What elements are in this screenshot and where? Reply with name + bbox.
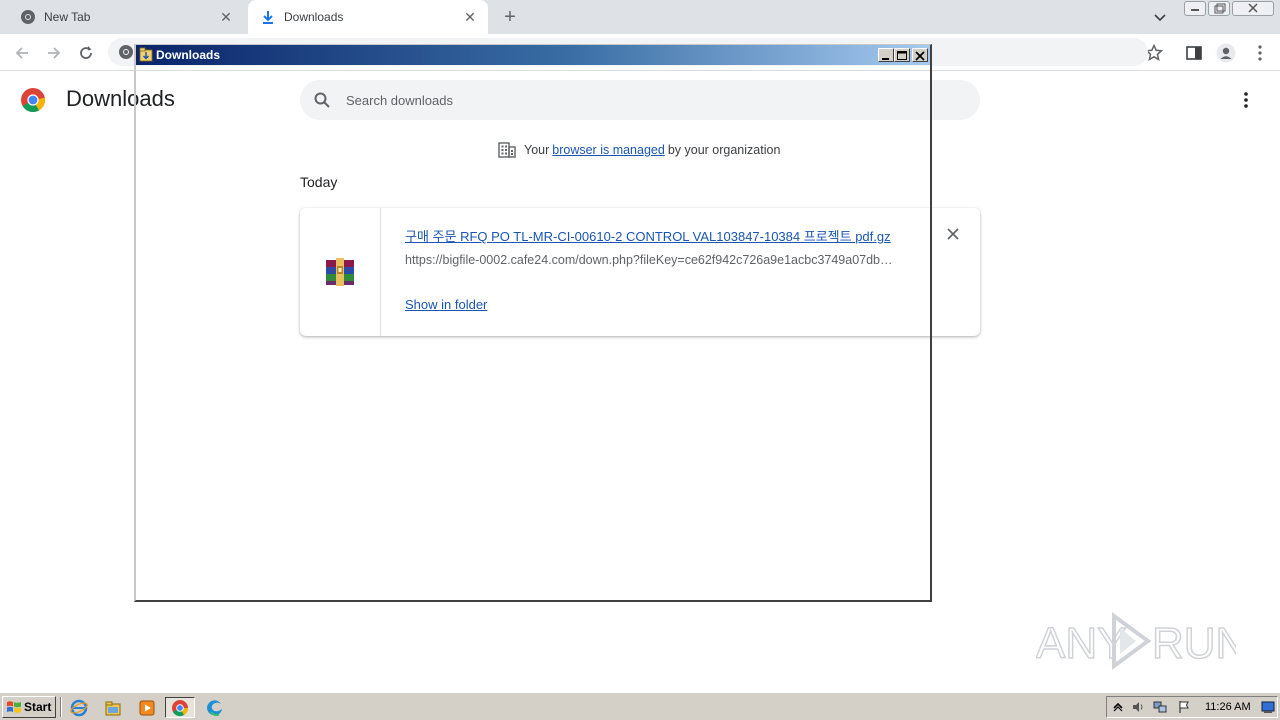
anyrun-watermark-logo: ANY RUN <box>1036 612 1236 670</box>
svg-text:RUN: RUN <box>1152 619 1236 668</box>
folder-download-icon <box>139 47 153 62</box>
forward-icon[interactable] <box>44 43 64 63</box>
minimize-window-button[interactable] <box>1184 1 1206 16</box>
tab-label: Downloads <box>284 10 344 24</box>
more-actions-icon[interactable] <box>1238 90 1254 110</box>
windows-logo-icon <box>7 701 21 713</box>
chrome-icon <box>119 45 133 59</box>
chrome-menu-icon[interactable] <box>1250 43 1270 63</box>
minimize-icon <box>882 58 889 60</box>
profile-avatar-icon[interactable] <box>1216 43 1236 63</box>
file-explorer-icon <box>105 701 121 715</box>
taskbar-clock[interactable]: 11:26 AM <box>1205 701 1251 713</box>
new-tab-button[interactable]: + <box>500 7 520 27</box>
window-minimize-button[interactable] <box>878 48 894 62</box>
quicklaunch-media-player[interactable] <box>132 697 162 718</box>
internet-explorer-icon <box>70 699 88 716</box>
minimize-icon <box>1191 9 1199 11</box>
network-icon[interactable] <box>1153 700 1167 714</box>
download-icon <box>263 11 273 24</box>
windows-taskbar: Start 11:26 AM <box>0 692 1280 720</box>
maximize-icon <box>897 51 907 60</box>
close-tab-icon[interactable]: ✕ <box>218 9 234 25</box>
quicklaunch-edge[interactable] <box>200 697 230 718</box>
action-center-flag-icon[interactable] <box>1177 700 1191 714</box>
tab-strip: New Tab ✕ Downloads ✕ + <box>0 0 1280 34</box>
side-panel-icon[interactable] <box>1184 43 1204 63</box>
close-icon <box>915 51 925 61</box>
back-icon[interactable] <box>12 43 32 63</box>
quicklaunch-ie[interactable] <box>64 697 94 718</box>
restore-icon <box>1214 3 1226 14</box>
reload-icon[interactable] <box>76 43 96 63</box>
tab-label: New Tab <box>44 10 91 24</box>
tab-new-tab[interactable]: New Tab ✕ <box>8 0 244 34</box>
taskbar-chrome-button[interactable] <box>165 697 195 718</box>
show-desktop-icon[interactable] <box>1261 700 1275 714</box>
chrome-icon <box>172 699 189 716</box>
chevron-down-icon[interactable] <box>1152 9 1168 25</box>
downloads-window-frame[interactable]: Downloads <box>134 44 932 602</box>
media-player-icon <box>139 700 155 715</box>
window-title: Downloads <box>156 48 221 62</box>
start-button[interactable]: Start <box>2 696 56 718</box>
window-titlebar[interactable]: Downloads <box>136 45 930 65</box>
close-icon <box>1248 3 1258 13</box>
quicklaunch-explorer[interactable] <box>98 697 128 718</box>
chrome-icon <box>21 10 35 24</box>
volume-icon[interactable] <box>1131 700 1145 714</box>
chrome-logo-icon <box>21 88 46 113</box>
remove-download-icon[interactable] <box>945 226 961 242</box>
system-tray: 11:26 AM <box>1106 696 1278 718</box>
edge-icon <box>207 699 222 716</box>
restore-window-button[interactable] <box>1208 1 1230 16</box>
start-label: Start <box>24 700 52 714</box>
window-close-button[interactable] <box>912 48 928 62</box>
taskbar-separator <box>60 697 62 717</box>
window-maximize-button[interactable] <box>894 48 910 62</box>
close-window-button[interactable] <box>1232 1 1274 16</box>
tab-downloads[interactable]: Downloads ✕ <box>248 0 488 34</box>
close-tab-icon[interactable]: ✕ <box>462 9 478 25</box>
show-hidden-icons-icon[interactable] <box>1111 700 1125 714</box>
